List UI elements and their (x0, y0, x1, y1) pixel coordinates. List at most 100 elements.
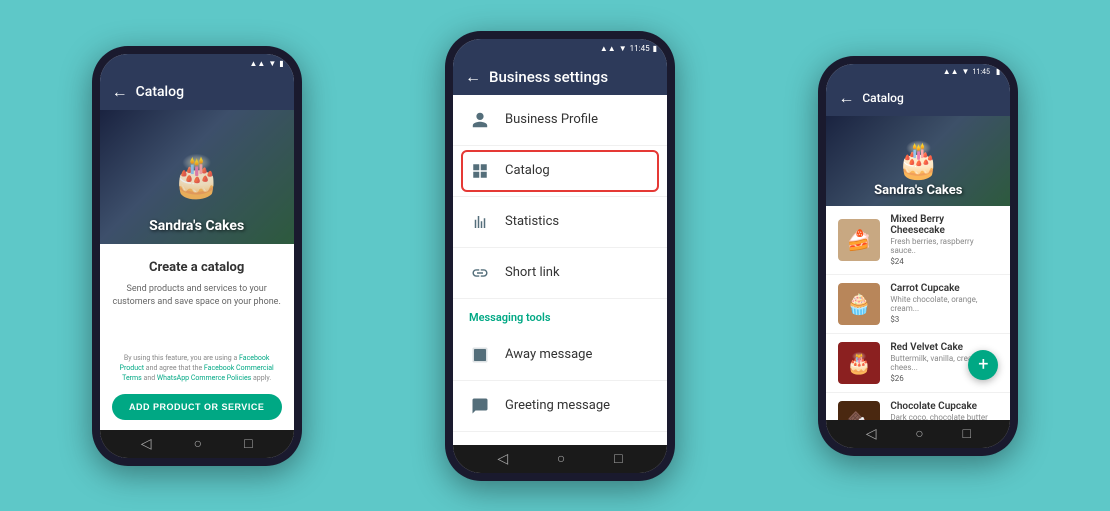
add-product-button[interactable]: ADD PRODUCT OR SERVICE (112, 394, 282, 420)
moon-icon (469, 344, 491, 366)
chat-icon (469, 395, 491, 417)
product-item-3[interactable]: 🍫 Chocolate Cupcake Dark coco, chocolate… (826, 393, 1010, 420)
short-link-label: Short link (505, 265, 560, 280)
hero-shop-name: Sandra's Cakes (100, 218, 294, 234)
product-info-0: Mixed Berry Cheesecake Fresh berries, ra… (890, 214, 998, 266)
nav-back-icon2[interactable]: ◁ (497, 451, 508, 467)
phone2-title: Business settings (489, 68, 608, 86)
status-time: 11:45 (630, 44, 650, 53)
product-thumb-3: 🍫 (838, 401, 880, 420)
product-thumb-0: 🍰 (838, 219, 880, 261)
phone2-wrapper: ▲▲ ▼ 11:45 ▮ ← Business settings Busines… (445, 31, 675, 481)
product-price-0: $24 (890, 257, 998, 266)
phone2-nav-bar: ◁ ○ □ (453, 445, 667, 473)
person-icon (469, 109, 491, 131)
away-message-label: Away message (505, 347, 592, 362)
product-thumb-2: 🎂 (838, 342, 880, 384)
product-desc-3: Dark coco, chocolate butter crea... (890, 413, 998, 420)
settings-item-business-profile[interactable]: Business Profile (453, 95, 667, 146)
settings-list: Business Profile Catalog Statistics (453, 95, 667, 445)
phone1-title: Catalog (136, 84, 184, 100)
phone2-app-bar: ← Business settings (453, 59, 667, 95)
bar-chart-icon (469, 211, 491, 233)
settings-item-away-message[interactable]: Away message (453, 330, 667, 381)
phone1-content: 🎂 Sandra's Cakes Create a catalog Send p… (100, 110, 294, 430)
product-desc-0: Fresh berries, raspberry sauce.. (890, 237, 998, 255)
messaging-tools-header: Messaging tools (453, 299, 667, 330)
phone2-status-bar: ▲▲ ▼ 11:45 ▮ (453, 39, 667, 59)
product-item-0[interactable]: 🍰 Mixed Berry Cheesecake Fresh berries, … (826, 206, 1010, 275)
phone3-content: 🎂 Sandra's Cakes 🍰 Mixed Berry Cheesecak… (826, 116, 1010, 420)
battery-icon2: ▮ (653, 44, 657, 53)
catalog-body: Create a catalog Send products and servi… (100, 244, 294, 344)
product-desc-1: White chocolate, orange, cream... (890, 295, 998, 313)
catalog-footer: By using this feature, you are using a F… (100, 344, 294, 429)
status-time3: 11:45 (972, 68, 989, 76)
terms-text: By using this feature, you are using a F… (112, 354, 282, 383)
phone3-nav-bar: ◁ ○ □ (826, 420, 1010, 448)
wifi-icon3: ▼ (962, 67, 970, 76)
product-item-1[interactable]: 🧁 Carrot Cupcake White chocolate, orange… (826, 275, 1010, 334)
wifi-icon2: ▼ (619, 44, 627, 53)
catalog-list-shop-name: Sandra's Cakes (826, 183, 1010, 198)
product-info-1: Carrot Cupcake White chocolate, orange, … (890, 283, 998, 324)
product-name-1: Carrot Cupcake (890, 283, 998, 294)
signal-icon: ▲▲ (249, 59, 265, 68)
settings-item-short-link[interactable]: Short link (453, 248, 667, 299)
product-list: 🍰 Mixed Berry Cheesecake Fresh berries, … (826, 206, 1010, 420)
greeting-message-label: Greeting message (505, 398, 610, 413)
grid-icon (469, 160, 491, 182)
whatsapp-commerce-link[interactable]: WhatsApp Commerce Policies (157, 374, 251, 382)
phone1-status-bar: ▲▲ ▼ ▮ (100, 54, 294, 74)
phone1-app-bar: ← Catalog (100, 74, 294, 110)
settings-item-quick-replies[interactable]: Quick replies (453, 432, 667, 445)
hero-cake-emoji3: 🎂 (897, 140, 941, 181)
phone3-wrapper: ▲▲ ▼ 11:45 ▮ ← Catalog 🎂 Sandra's Cakes … (818, 56, 1018, 456)
phone2-status-icons: ▲▲ ▼ 11:45 ▮ (600, 44, 657, 53)
nav-home-icon[interactable]: ○ (194, 435, 202, 452)
battery-icon3: ▮ (996, 67, 1000, 76)
catalog-hero: 🎂 Sandra's Cakes (100, 110, 294, 244)
battery-icon: ▮ (279, 59, 283, 68)
phone1: ▲▲ ▼ ▮ ← Catalog 🎂 Sandra's Cakes Create… (92, 46, 302, 466)
settings-item-greeting-message[interactable]: Greeting message (453, 381, 667, 432)
phone2-content: Business Profile Catalog Statistics (453, 95, 667, 445)
settings-item-catalog[interactable]: Catalog (453, 146, 667, 197)
nav-back-icon[interactable]: ◁ (141, 436, 152, 452)
phone1-nav-bar: ◁ ○ □ (100, 430, 294, 458)
phone3-status-icons: ▲▲ ▼ 11:45 ▮ (943, 67, 1001, 76)
back-arrow-icon3[interactable]: ← (838, 88, 854, 108)
nav-home-icon2[interactable]: ○ (557, 450, 565, 467)
catalog-label: Catalog (505, 163, 550, 178)
product-info-3: Chocolate Cupcake Dark coco, chocolate b… (890, 401, 998, 420)
fab-add-button[interactable]: + (968, 350, 998, 380)
statistics-label: Statistics (505, 214, 559, 229)
cake-emoji: 🎂 (172, 153, 222, 200)
create-catalog-desc: Send products and services to your custo… (112, 283, 282, 308)
phone1-status-icons: ▲▲ ▼ ▮ (249, 59, 283, 68)
business-profile-label: Business Profile (505, 112, 598, 127)
phone3-status-bar: ▲▲ ▼ 11:45 ▮ (826, 64, 1010, 80)
nav-back-icon3[interactable]: ◁ (866, 426, 877, 442)
create-catalog-title: Create a catalog (149, 260, 244, 275)
signal-icon3: ▲▲ (943, 67, 959, 76)
phone3-app-bar: ← Catalog (826, 80, 1010, 116)
back-arrow-icon[interactable]: ← (112, 82, 128, 102)
product-name-0: Mixed Berry Cheesecake (890, 214, 998, 236)
phone3: ▲▲ ▼ 11:45 ▮ ← Catalog 🎂 Sandra's Cakes … (818, 56, 1018, 456)
phone2: ▲▲ ▼ 11:45 ▮ ← Business settings Busines… (445, 31, 675, 481)
nav-recents-icon3[interactable]: □ (962, 425, 970, 442)
phone3-title: Catalog (862, 91, 903, 105)
product-price-1: $3 (890, 315, 998, 324)
product-name-3: Chocolate Cupcake (890, 401, 998, 412)
back-arrow-icon2[interactable]: ← (465, 67, 481, 87)
catalog-list-hero: 🎂 Sandra's Cakes (826, 116, 1010, 206)
link-icon (469, 262, 491, 284)
phone1-wrapper: ▲▲ ▼ ▮ ← Catalog 🎂 Sandra's Cakes Create… (92, 46, 302, 466)
signal-icon2: ▲▲ (600, 44, 616, 53)
settings-item-statistics[interactable]: Statistics (453, 197, 667, 248)
nav-recents-icon[interactable]: □ (244, 435, 252, 452)
nav-recents-icon2[interactable]: □ (614, 450, 622, 467)
nav-home-icon3[interactable]: ○ (915, 425, 923, 442)
wifi-icon: ▼ (268, 59, 276, 68)
